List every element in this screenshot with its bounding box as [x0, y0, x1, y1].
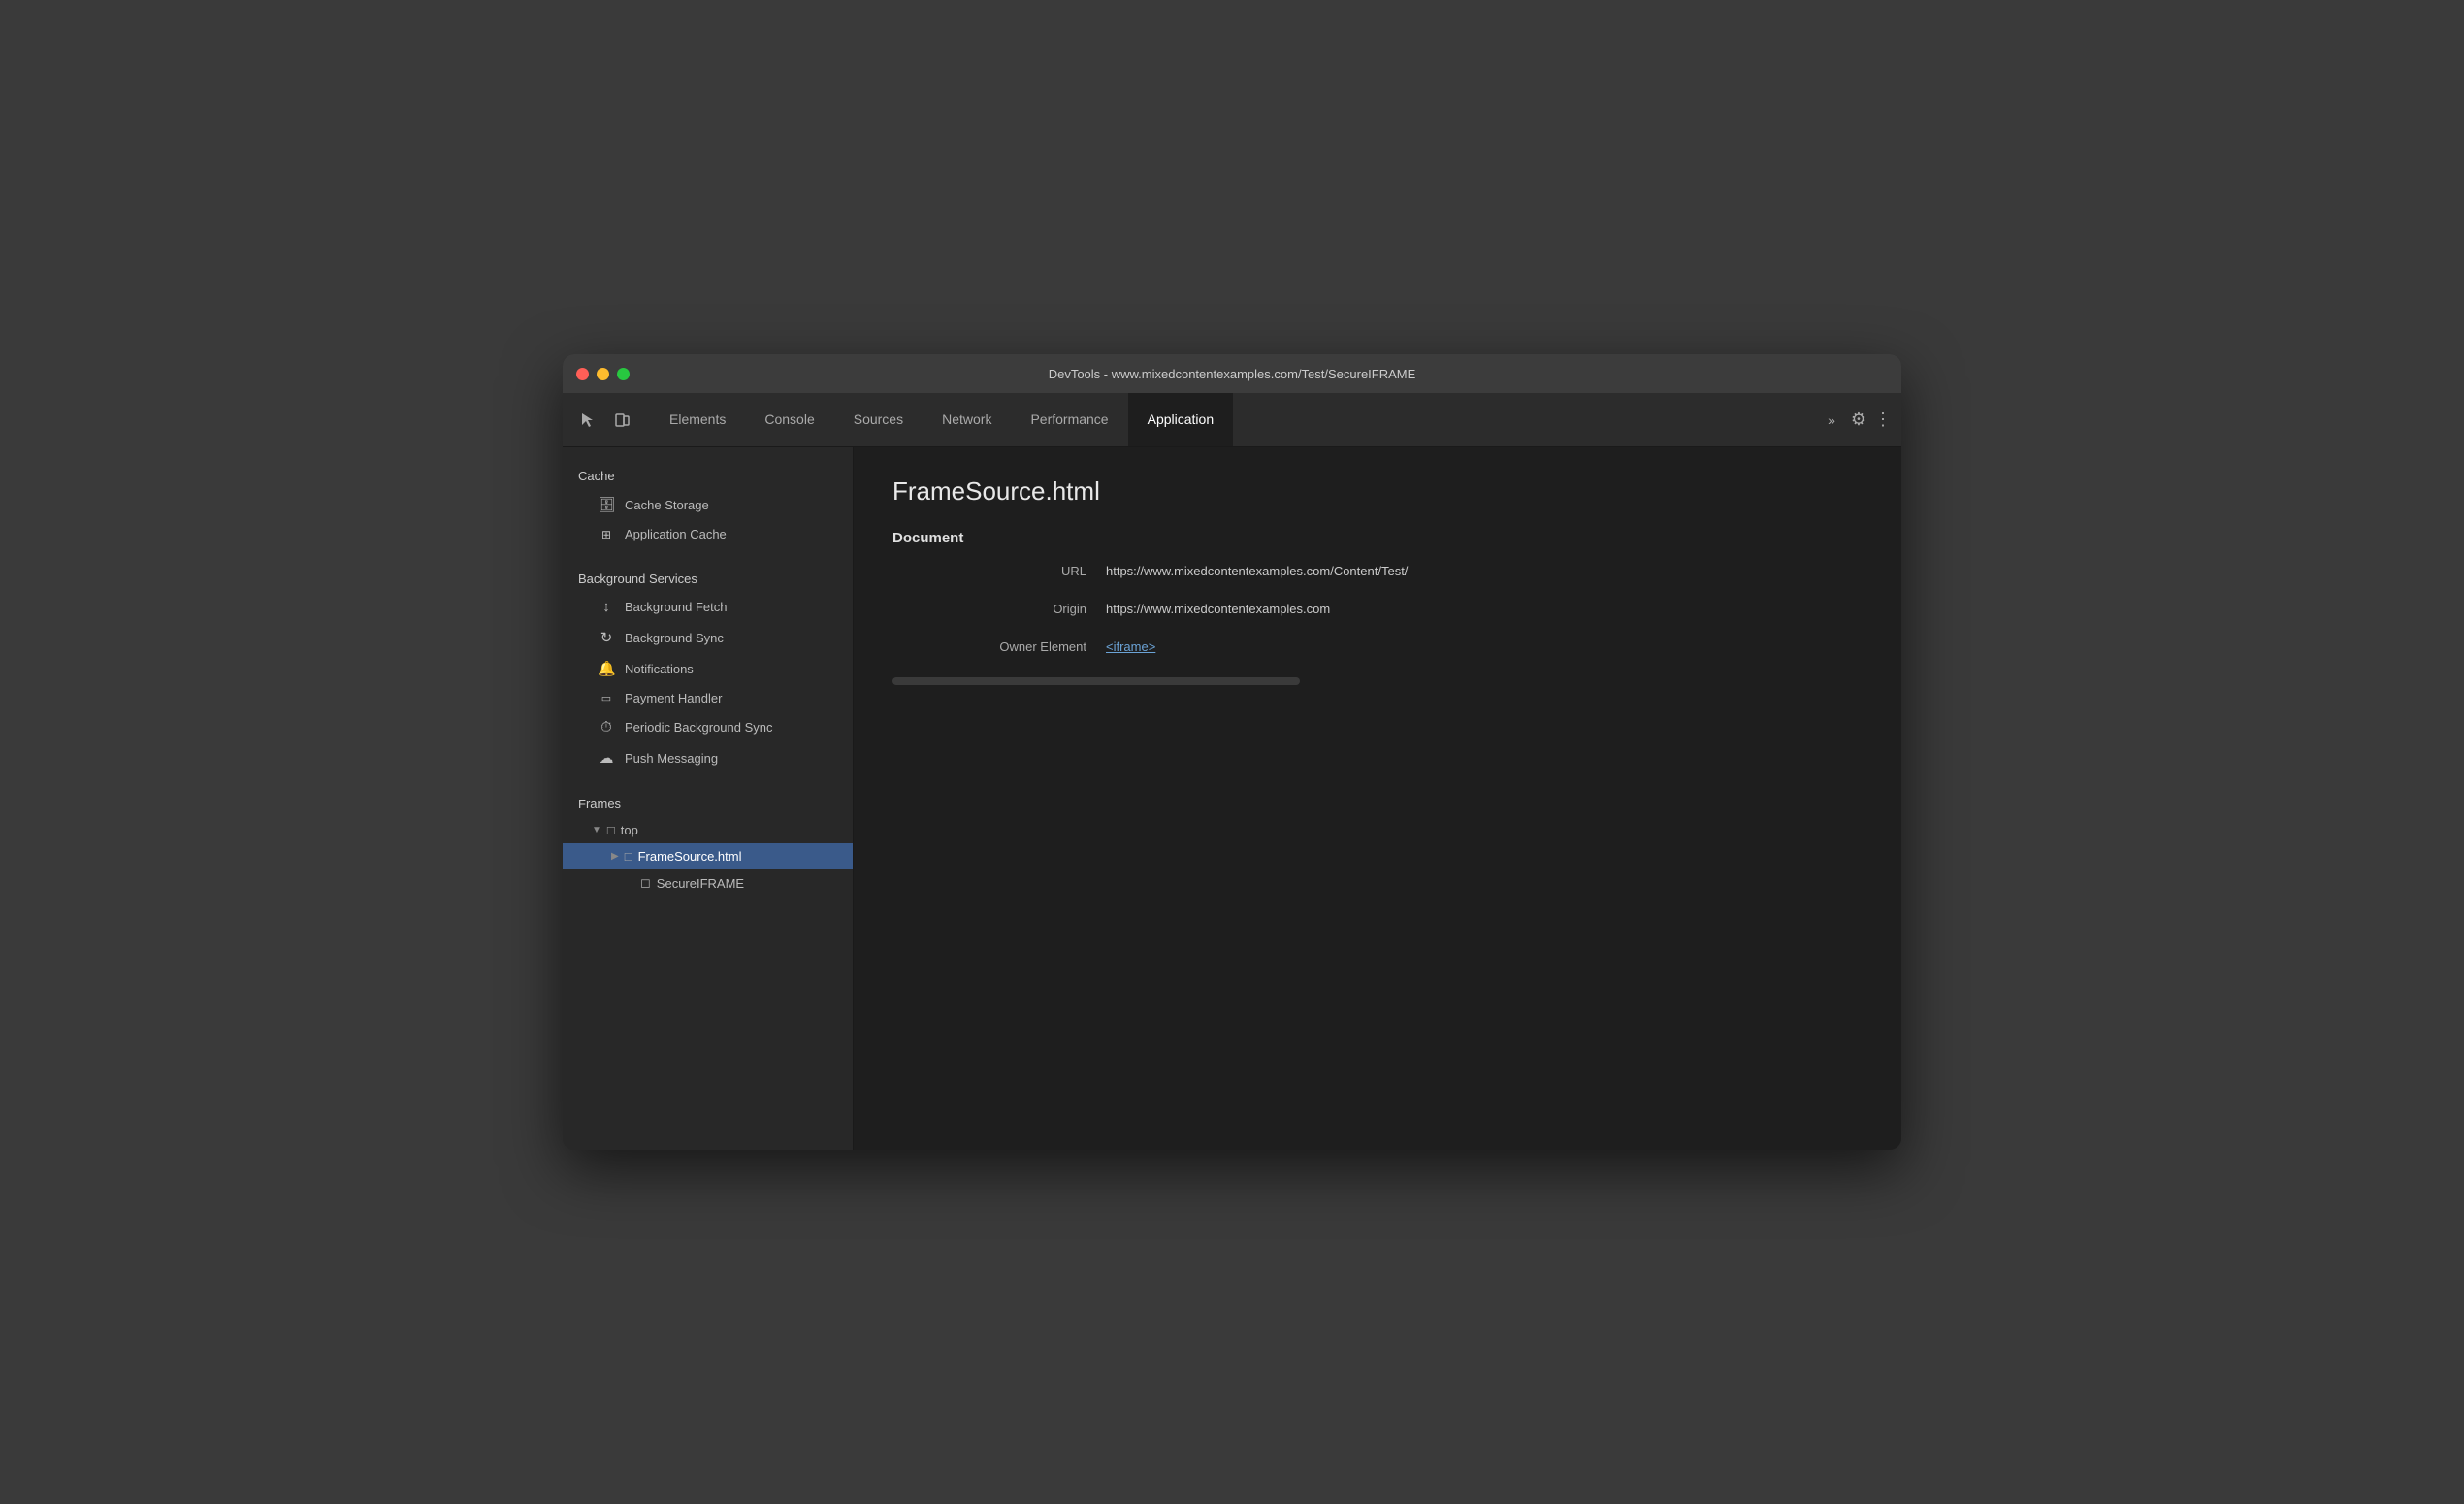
sidebar-item-application-cache[interactable]: ⊞ Application Cache [563, 520, 853, 548]
sidebar-section-frames: Frames [563, 787, 853, 817]
sidebar-item-background-sync[interactable]: ↻ Background Sync [563, 622, 853, 653]
toolbar-icons [572, 405, 638, 436]
sidebar-section-cache: Cache [563, 459, 853, 489]
file-icon-secureiframe: ◻ [640, 875, 651, 891]
payment-handler-icon: ▭ [598, 692, 615, 704]
menu-dots-icon[interactable]: ⋮ [1874, 409, 1892, 430]
sidebar: Cache 🗄 Cache Storage ⊞ Application Cach… [563, 447, 854, 1150]
toolbar-right: » ⚙ ⋮ [1820, 409, 1892, 432]
tab-console[interactable]: Console [745, 393, 833, 446]
tab-network[interactable]: Network [923, 393, 1011, 446]
sidebar-item-notifications[interactable]: 🔔 Notifications [563, 653, 853, 684]
application-cache-icon: ⊞ [598, 528, 615, 541]
tab-performance[interactable]: Performance [1011, 393, 1127, 446]
doc-label-owner: Owner Element [951, 639, 1086, 654]
background-sync-icon: ↻ [598, 629, 615, 646]
folder-icon-framesource: □ [625, 849, 632, 864]
sidebar-wrapper: Cache 🗄 Cache Storage ⊞ Application Cach… [563, 447, 854, 1150]
tree-arrow-framesource: ▶ [611, 851, 619, 862]
progress-bar-hint [892, 677, 1300, 685]
document-section: Document URL https://www.mixedcontentexa… [892, 530, 1863, 654]
settings-icon[interactable]: ⚙ [1851, 409, 1866, 430]
sidebar-item-periodic-background-sync[interactable]: ⏱ Periodic Background Sync [563, 712, 853, 742]
tab-sources[interactable]: Sources [834, 393, 923, 446]
maximize-button[interactable] [617, 368, 630, 380]
title-bar: DevTools - www.mixedcontentexamples.com/… [563, 354, 1901, 393]
sidebar-item-background-fetch[interactable]: ↕ Background Fetch [563, 592, 853, 622]
notifications-icon: 🔔 [598, 660, 615, 677]
doc-row-origin: Origin https://www.mixedcontentexamples.… [892, 602, 1863, 616]
folder-icon-top: □ [607, 823, 615, 837]
inspect-icon[interactable] [572, 405, 603, 436]
cache-storage-icon: 🗄 [598, 496, 615, 513]
doc-row-url: URL https://www.mixedcontentexamples.com… [892, 564, 1863, 578]
device-toggle-icon[interactable] [607, 405, 638, 436]
sidebar-item-push-messaging[interactable]: ☁ Push Messaging [563, 742, 853, 773]
sidebar-item-payment-handler[interactable]: ▭ Payment Handler [563, 684, 853, 712]
tab-application[interactable]: Application [1128, 393, 1234, 446]
doc-value-origin: https://www.mixedcontentexamples.com [1106, 602, 1330, 616]
sidebar-section-background-services: Background Services [563, 562, 853, 592]
page-title: FrameSource.html [892, 476, 1863, 507]
background-fetch-icon: ↕ [598, 599, 615, 615]
main-content: Cache 🗄 Cache Storage ⊞ Application Cach… [563, 447, 1901, 1150]
main-panel: FrameSource.html Document URL https://ww… [854, 447, 1901, 1150]
traffic-lights [576, 368, 630, 380]
sidebar-item-cache-storage[interactable]: 🗄 Cache Storage [563, 489, 853, 520]
doc-label-origin: Origin [951, 602, 1086, 616]
document-heading: Document [892, 530, 1863, 546]
toolbar-tabs: Elements Console Sources Network Perform… [650, 393, 1233, 446]
tab-elements[interactable]: Elements [650, 393, 745, 446]
push-messaging-icon: ☁ [598, 749, 615, 767]
frames-tree-secureiframe[interactable]: ◻ SecureIFRAME [563, 869, 853, 897]
frames-tree-top[interactable]: ▼ □ top [563, 817, 853, 843]
toolbar: Elements Console Sources Network Perform… [563, 393, 1901, 447]
doc-value-url: https://www.mixedcontentexamples.com/Con… [1106, 564, 1408, 578]
more-tabs-button[interactable]: » [1820, 409, 1843, 432]
doc-row-owner: Owner Element <iframe> [892, 639, 1863, 654]
window-title: DevTools - www.mixedcontentexamples.com/… [1049, 367, 1416, 381]
doc-label-url: URL [951, 564, 1086, 578]
periodic-background-sync-icon: ⏱ [598, 719, 615, 736]
minimize-button[interactable] [597, 368, 609, 380]
devtools-window: DevTools - www.mixedcontentexamples.com/… [563, 354, 1901, 1150]
close-button[interactable] [576, 368, 589, 380]
frames-tree-framesource[interactable]: ▶ □ FrameSource.html [563, 843, 853, 869]
tree-arrow-top: ▼ [592, 825, 601, 835]
doc-value-owner[interactable]: <iframe> [1106, 639, 1155, 654]
